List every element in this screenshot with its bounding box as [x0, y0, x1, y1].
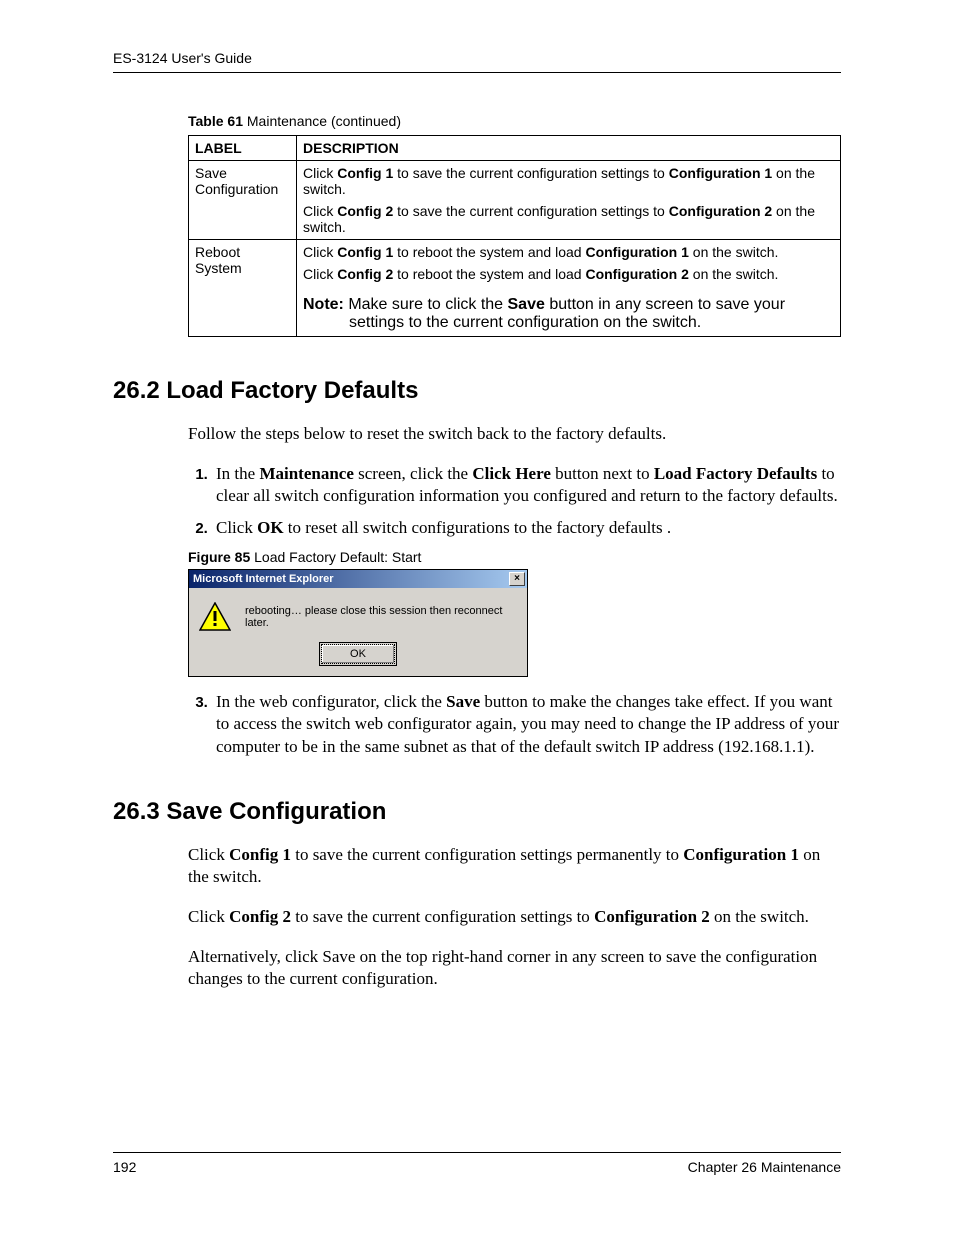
list-item: In the Maintenance screen, click the Cli…: [212, 463, 841, 507]
warning-icon: [199, 602, 231, 632]
list-item: In the web configurator, click the Save …: [212, 691, 841, 757]
col-label: LABEL: [189, 136, 297, 161]
dialog-title: Microsoft Internet Explorer: [193, 573, 509, 585]
dialog-box: Microsoft Internet Explorer × rebooting……: [188, 569, 528, 677]
col-description: DESCRIPTION: [297, 136, 841, 161]
table-header-row: LABEL DESCRIPTION: [189, 136, 841, 161]
page: ES-3124 User's Guide Table 61 Maintenanc…: [0, 0, 954, 1235]
row-description: Click Config 1 to reboot the system and …: [297, 240, 841, 337]
note: Note: Make sure to click the Save button…: [303, 296, 834, 332]
running-head: ES-3124 User's Guide: [113, 50, 841, 73]
dialog-message: rebooting… please close this session the…: [245, 605, 517, 629]
row-label: Save Configuration: [189, 161, 297, 240]
page-number: 192: [113, 1159, 136, 1175]
page-footer: 192 Chapter 26 Maintenance: [113, 1152, 841, 1175]
body-paragraph: Follow the steps below to reset the swit…: [188, 423, 841, 445]
dialog-titlebar: Microsoft Internet Explorer ×: [189, 570, 527, 588]
ok-button[interactable]: OK: [321, 644, 395, 664]
table-row: Save Configuration Click Config 1 to sav…: [189, 161, 841, 240]
close-icon[interactable]: ×: [509, 572, 525, 586]
chapter-label: Chapter 26 Maintenance: [688, 1159, 841, 1175]
row-label: Reboot System: [189, 240, 297, 337]
table-61: Table 61 Maintenance (continued) LABEL D…: [188, 113, 841, 337]
heading-26-2: 26.2 Load Factory Defaults: [113, 377, 841, 405]
body-paragraph: Alternatively, click Save on the top rig…: [188, 946, 841, 990]
steps-list: In the Maintenance screen, click the Cli…: [188, 463, 841, 539]
table-row: Reboot System Click Config 1 to reboot t…: [189, 240, 841, 337]
figure-caption: Figure 85 Load Factory Default: Start: [188, 549, 841, 565]
heading-26-3: 26.3 Save Configuration: [113, 798, 841, 826]
table-caption: Table 61 Maintenance (continued): [188, 113, 841, 129]
body-paragraph: Click Config 1 to save the current confi…: [188, 844, 841, 888]
list-item: Click OK to reset all switch configurati…: [212, 517, 841, 539]
body-paragraph: Click Config 2 to save the current confi…: [188, 906, 841, 928]
table-caption-rest: Maintenance (continued): [243, 113, 401, 129]
steps-list-cont: In the web configurator, click the Save …: [188, 691, 841, 757]
row-description: Click Config 1 to save the current confi…: [297, 161, 841, 240]
table-caption-label: Table 61: [188, 113, 243, 129]
